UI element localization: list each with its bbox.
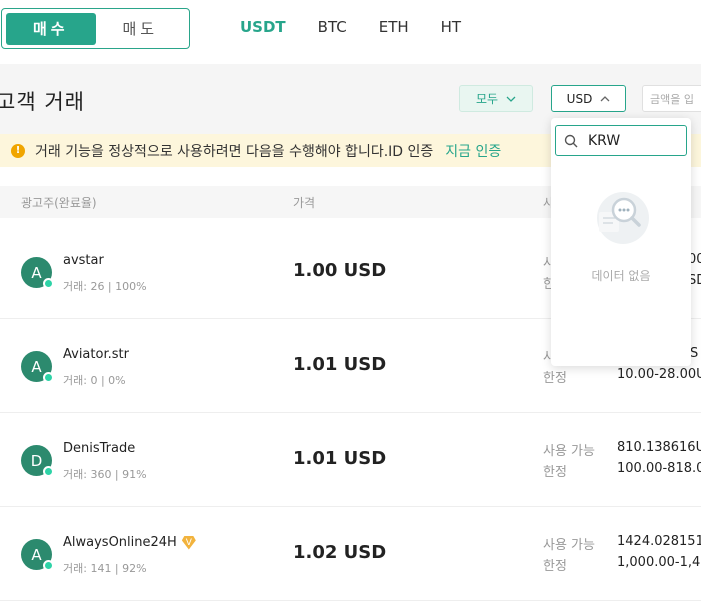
amount-input[interactable]: 금액을 입 bbox=[642, 85, 701, 112]
empty-data-text: 데이터 없음 bbox=[591, 269, 651, 283]
available-value: S bbox=[690, 346, 699, 361]
buy-sell-toggle: 매수 매도 bbox=[1, 8, 190, 49]
online-indicator bbox=[43, 560, 54, 571]
buy-tab[interactable]: 매수 bbox=[6, 12, 96, 45]
payment-filter-dropdown[interactable]: 모두 bbox=[459, 85, 533, 112]
price: 1.01 USD bbox=[293, 448, 387, 469]
search-icon bbox=[564, 134, 578, 147]
warning-icon: ! bbox=[11, 143, 25, 158]
currency-dropdown-panel: 데이터 없음 bbox=[551, 118, 691, 366]
empty-data-icon bbox=[597, 192, 649, 244]
chevron-down-icon bbox=[506, 96, 516, 102]
limit-value: 10.00-28.00US bbox=[617, 367, 701, 382]
limit-value: 1,000.00-1,45 bbox=[617, 555, 701, 570]
avatar-initial: A bbox=[31, 263, 42, 282]
limit-label: 한정 bbox=[543, 371, 567, 386]
trade-stats: 거래: 0 | 0% bbox=[63, 374, 126, 387]
online-indicator bbox=[43, 372, 54, 383]
limit-label: 한정 bbox=[543, 465, 567, 480]
trade-stats: 거래: 26 | 100% bbox=[63, 280, 147, 293]
table-row: D DenisTrade 거래: 360 | 91% 1.01 USD 사용 가… bbox=[0, 413, 701, 507]
advertiser-name[interactable]: avstar bbox=[63, 253, 104, 268]
price: 1.01 USD bbox=[293, 354, 387, 375]
advertiser-name-text: DenisTrade bbox=[63, 441, 136, 456]
coin-tab-usdt[interactable]: USDT bbox=[240, 18, 286, 36]
advertiser-name[interactable]: AlwaysOnline24H V bbox=[63, 535, 196, 550]
online-indicator bbox=[43, 466, 54, 477]
avatar[interactable]: A bbox=[21, 539, 54, 571]
verify-now-link[interactable]: 지금 인증 bbox=[445, 141, 501, 161]
avatar[interactable]: A bbox=[21, 257, 54, 289]
table-row: A AlwaysOnline24H V 거래: 141 | 92% 1.02 US… bbox=[0, 507, 701, 601]
coin-tab-ht[interactable]: HT bbox=[441, 18, 461, 36]
coin-tab-eth[interactable]: ETH bbox=[379, 18, 409, 36]
coin-tabs: USDT BTC ETH HT bbox=[240, 18, 493, 36]
currency-search-input[interactable] bbox=[588, 132, 678, 149]
available-value: 1424.028151U bbox=[617, 534, 701, 549]
advertiser-name-text: Aviator.str bbox=[63, 347, 129, 362]
top-bar: 매수 매도 USDT BTC ETH HT bbox=[0, 0, 701, 64]
verified-badge-icon: V bbox=[181, 535, 196, 550]
avatar-initial: D bbox=[30, 451, 43, 470]
available-value: 810.138616US bbox=[617, 440, 701, 455]
page-title: 고객 거래 bbox=[0, 90, 85, 114]
trade-stats: 거래: 360 | 91% bbox=[63, 468, 147, 481]
advertiser-name-text: avstar bbox=[63, 253, 104, 268]
chevron-up-icon bbox=[600, 95, 610, 101]
col-advertiser: 광고주(완료율) bbox=[21, 196, 97, 210]
sell-tab[interactable]: 매도 bbox=[96, 13, 186, 45]
advertiser-name[interactable]: DenisTrade bbox=[63, 441, 135, 456]
currency-dropdown[interactable]: USD bbox=[551, 85, 626, 112]
available-label: 사용 가능 bbox=[543, 444, 595, 459]
price: 1.02 USD bbox=[293, 542, 387, 563]
payment-filter-label: 모두 bbox=[475, 92, 499, 106]
advertiser-name[interactable]: Aviator.str bbox=[63, 347, 129, 362]
advertiser-name-text: AlwaysOnline24H bbox=[63, 535, 177, 550]
avatar[interactable]: D bbox=[21, 445, 54, 477]
limit-value: 100.00-818.00 bbox=[617, 461, 701, 476]
coin-tab-btc[interactable]: BTC bbox=[318, 18, 347, 36]
avatar-initial: A bbox=[31, 545, 42, 564]
available-label: 사용 가능 bbox=[543, 538, 595, 553]
limit-label: 한정 bbox=[543, 559, 567, 574]
trade-stats: 거래: 141 | 92% bbox=[63, 562, 147, 575]
currency-label: USD bbox=[566, 91, 593, 106]
notice-text: 거래 기능을 정상적으로 사용하려면 다음을 수행해야 합니다.ID 인증 bbox=[35, 143, 434, 160]
currency-search-box bbox=[555, 125, 687, 156]
col-price: 가격 bbox=[293, 196, 316, 210]
avatar-initial: A bbox=[31, 357, 42, 376]
price: 1.00 USD bbox=[293, 260, 387, 281]
avatar[interactable]: A bbox=[21, 351, 54, 383]
online-indicator bbox=[43, 278, 54, 289]
